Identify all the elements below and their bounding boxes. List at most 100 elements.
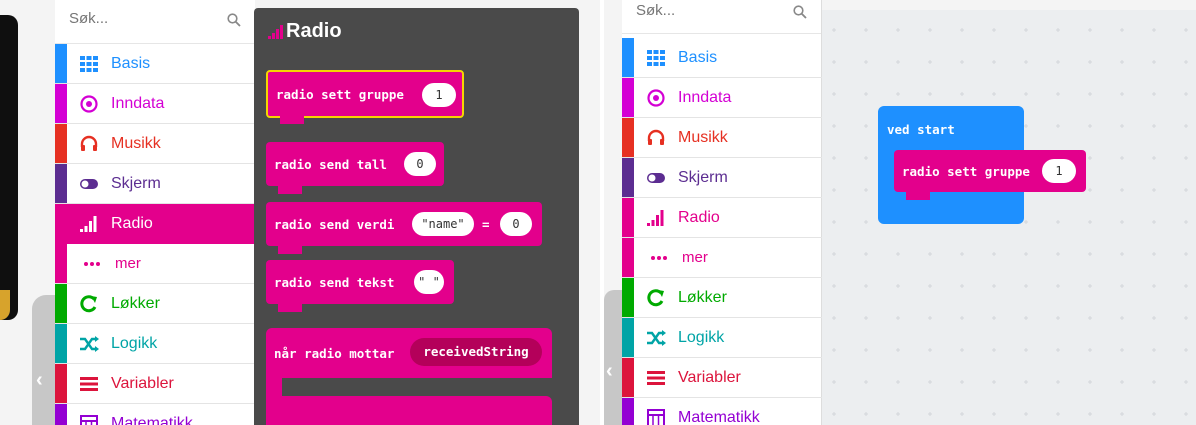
chevron-left-icon[interactable]: ‹ [36, 368, 50, 392]
toolbox-category-lokker[interactable]: Løkker [622, 278, 822, 318]
chevron-left-icon[interactable]: ‹ [606, 360, 613, 383]
simulator-strip: ‹ [0, 0, 55, 425]
block-radio-set-group[interactable]: radio sett gruppe 1 [266, 70, 464, 124]
category-label: mer [115, 255, 141, 272]
category-color-bar [55, 324, 67, 363]
dots-icon [84, 262, 100, 266]
category-color-bar [622, 398, 634, 425]
block-on-radio-received[interactable]: når radio mottar receivedString [266, 328, 552, 378]
toolbox-category-logikk[interactable]: Logikk [55, 324, 255, 364]
category-color-bar [622, 318, 634, 357]
block-radio-send-value[interactable]: radio send verdi "name" = 0 [266, 202, 542, 254]
category-label: Matematikk [678, 409, 760, 425]
block-notch [906, 192, 930, 200]
text-input[interactable]: "name" [412, 212, 474, 236]
category-color-bar [55, 84, 67, 123]
number-input[interactable]: 1 [1042, 159, 1076, 183]
block-notch [278, 186, 302, 194]
toolbox-category-matematikk[interactable]: Matematikk [622, 398, 822, 425]
block-c-slot [282, 378, 552, 398]
category-label: Inndata [111, 95, 165, 112]
toolbox-category-variabler[interactable]: Variabler [55, 364, 255, 404]
number-input[interactable]: 0 [404, 152, 436, 176]
category-color-bar [622, 278, 634, 317]
calculator-icon [80, 415, 98, 425]
block-label: radio sett gruppe [276, 87, 404, 102]
block-radio-send-string[interactable]: radio send tekst " " [266, 260, 454, 312]
block-label: radio send tekst [274, 275, 395, 290]
toolbox-category-musikk[interactable]: Musikk [55, 124, 255, 164]
block-radio-send-number[interactable]: radio send tall 0 [266, 142, 444, 194]
toolbox-category-inndata[interactable]: Inndata [622, 78, 822, 118]
block-c-arm [266, 378, 282, 398]
toolbox-category-matematikk[interactable]: Matematikk [55, 404, 255, 425]
block-notch [278, 246, 302, 254]
toolbox-category-radio-more[interactable]: mer [55, 244, 255, 284]
toolbox-category-radio[interactable]: Radio [55, 204, 255, 244]
flyout-title: Radio [286, 20, 342, 42]
toolbox-category-logikk[interactable]: Logikk [622, 318, 822, 358]
category-label: Basis [678, 49, 718, 66]
toolbox-category-basis[interactable]: Basis [55, 44, 255, 84]
toolbox: Basis Inndata Musikk Skjerm [55, 0, 255, 425]
search-icon[interactable] [793, 5, 807, 19]
toolbox-category-inndata[interactable]: Inndata [55, 84, 255, 124]
toolbox-category-radio-more[interactable]: mer [622, 238, 822, 278]
search-input[interactable] [69, 10, 219, 27]
toggle-icon [647, 173, 665, 183]
category-color-bar [622, 358, 634, 397]
category-color-bar [55, 284, 67, 323]
search-input[interactable] [636, 2, 786, 19]
loop-icon [647, 289, 664, 307]
category-color-bar [55, 364, 67, 403]
target-icon [647, 89, 665, 107]
toolbox-category-basis[interactable]: Basis [622, 38, 822, 78]
category-label: Logikk [678, 329, 725, 346]
toolbox-category-skjerm[interactable]: Skjerm [55, 164, 255, 204]
signal-icon [80, 216, 97, 232]
category-label: Logikk [111, 335, 158, 352]
toolbox-category-skjerm[interactable]: Skjerm [622, 158, 822, 198]
category-label: Skjerm [111, 175, 161, 192]
toolbox: Basis Inndata Musikk Skjerm Radio [622, 0, 822, 425]
category-label: Radio [678, 209, 720, 226]
block-c-bottom [266, 396, 552, 425]
toolbox-category-lokker[interactable]: Løkker [55, 284, 255, 324]
block-radio-set-group[interactable]: radio sett gruppe 1 [894, 150, 1086, 200]
category-color-bar [55, 164, 67, 203]
category-label: Løkker [678, 289, 727, 306]
left-editor-pane: ‹ Basis Inndata [0, 0, 600, 425]
number-input[interactable]: 1 [422, 83, 456, 107]
calculator-icon [647, 409, 665, 425]
text-input[interactable]: " " [414, 270, 444, 294]
variable-received-string[interactable]: receivedString [410, 338, 542, 366]
block-label: radio sett gruppe [902, 164, 1030, 179]
number-input[interactable]: 0 [500, 212, 532, 236]
simulator-collapse-tab[interactable] [604, 290, 622, 425]
signal-icon [268, 25, 283, 39]
category-color-bar [622, 78, 634, 117]
category-color-bar [55, 124, 67, 163]
toolbox-category-variabler[interactable]: Variabler [622, 358, 822, 398]
block-notch [280, 116, 304, 124]
category-color-bar [55, 44, 67, 83]
toolbox-search [622, 0, 821, 34]
loop-icon [80, 295, 97, 313]
headphones-icon [647, 129, 665, 145]
category-color-bar [55, 404, 67, 425]
category-label: Basis [111, 55, 151, 72]
signal-icon [647, 210, 664, 226]
category-label: Inndata [678, 89, 732, 106]
toolbox-category-musikk[interactable]: Musikk [622, 118, 822, 158]
category-color-bar [622, 198, 634, 237]
category-label: Skjerm [678, 169, 728, 186]
category-color-bar [622, 38, 634, 77]
simulator-collapse-tab[interactable] [32, 295, 55, 425]
search-icon[interactable] [227, 13, 241, 27]
category-color-bar [622, 118, 634, 157]
category-label: mer [682, 249, 708, 266]
toolbox-category-radio[interactable]: Radio [622, 198, 822, 238]
toggle-icon [80, 179, 98, 189]
headphones-icon [80, 135, 98, 151]
target-icon [80, 95, 98, 113]
